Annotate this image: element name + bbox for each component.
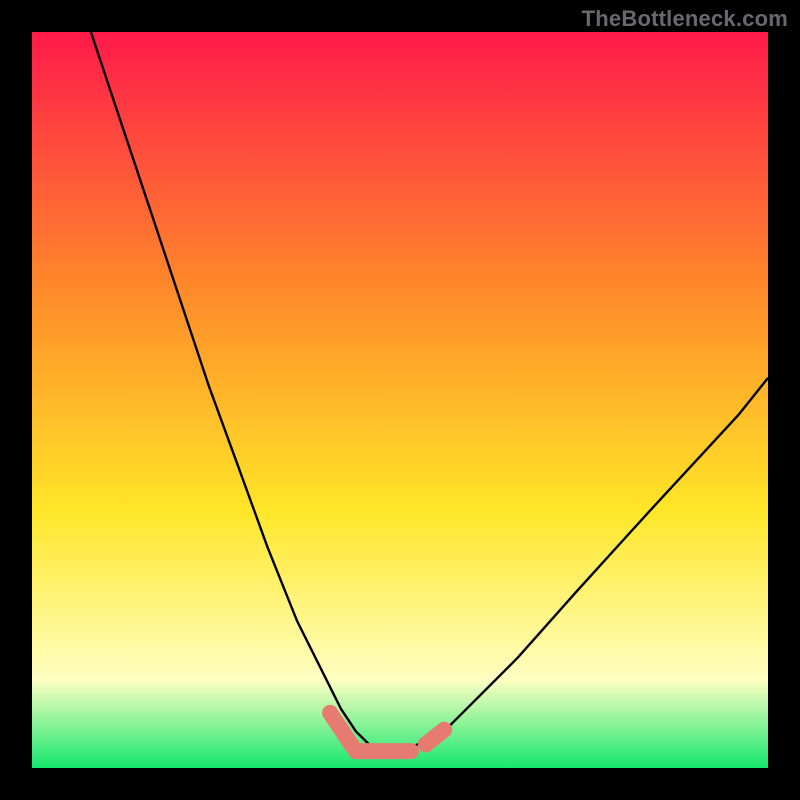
watermark-text: TheBottleneck.com: [582, 6, 788, 32]
chart-svg: [32, 32, 768, 768]
chart-frame: TheBottleneck.com: [0, 0, 800, 800]
plot-area: [32, 32, 768, 768]
gradient-background: [32, 32, 768, 768]
